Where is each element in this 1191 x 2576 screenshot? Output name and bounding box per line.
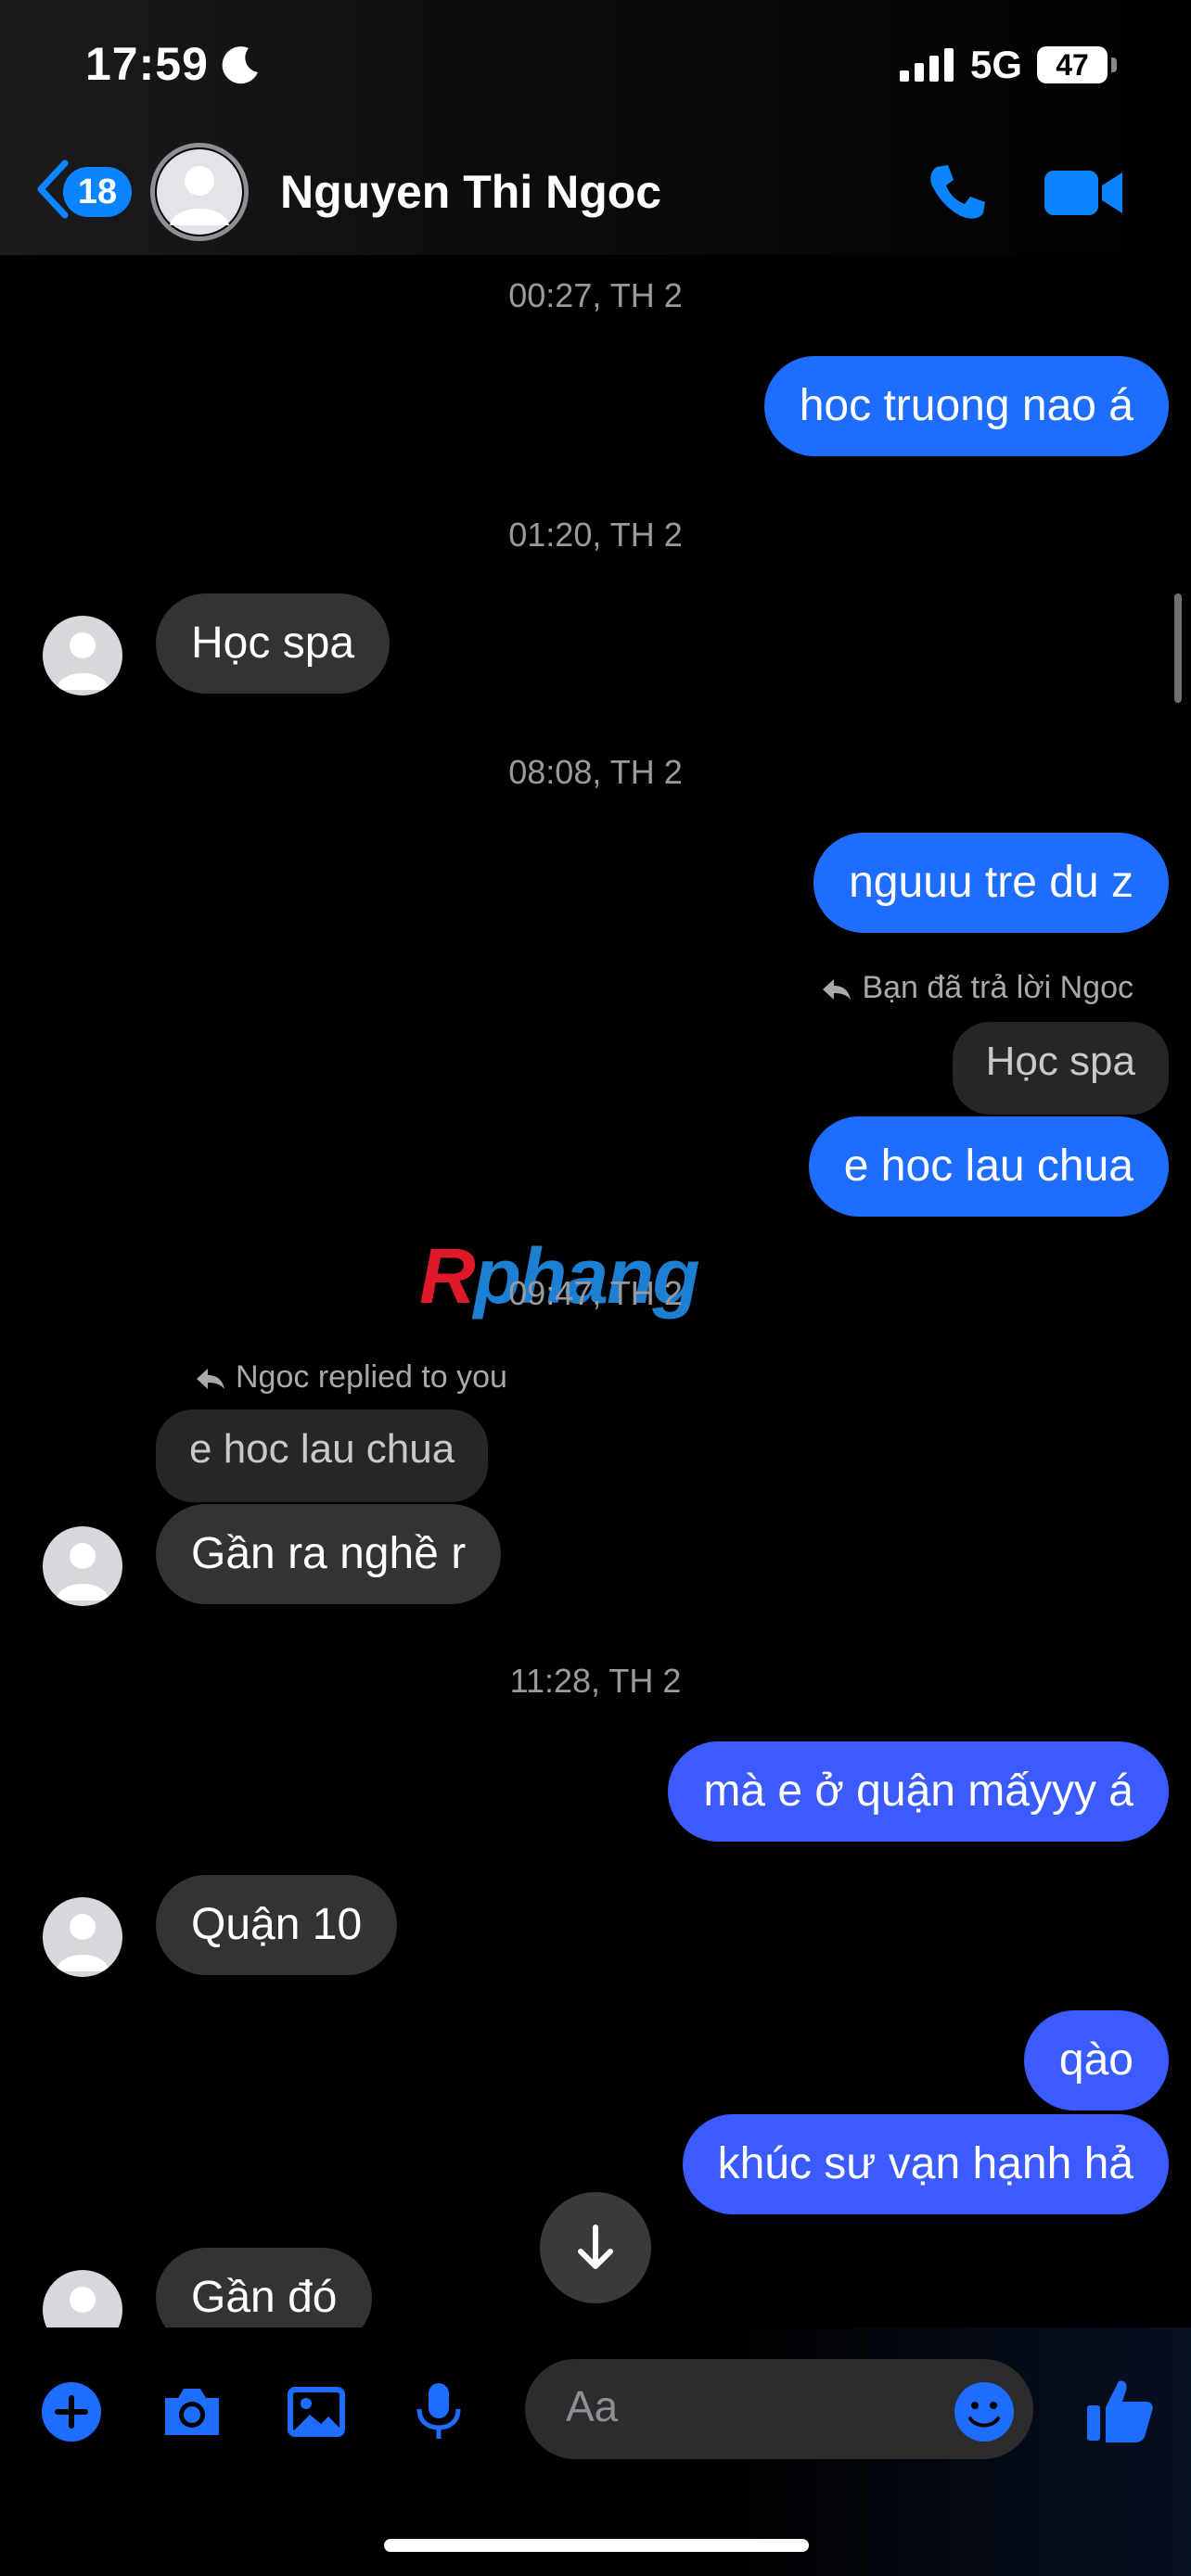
scrollbar[interactable] — [1174, 593, 1182, 703]
timestamp: 01:20, TH 2 — [508, 516, 683, 554]
phone-call-icon[interactable] — [924, 159, 991, 226]
signal-icon — [900, 48, 955, 82]
quoted-message[interactable]: Học spa — [952, 1022, 1169, 1115]
network-label: 5G — [970, 43, 1023, 86]
gallery-icon[interactable] — [284, 2379, 349, 2444]
reply-arrow-icon — [823, 979, 852, 1001]
moon-icon — [222, 46, 258, 84]
outgoing-message[interactable]: hoc truong nao á — [763, 356, 1169, 456]
battery-icon: 47 — [1037, 46, 1108, 83]
avatar-person-icon — [56, 1543, 109, 1600]
incoming-message[interactable]: Quận 10 — [156, 1875, 398, 1975]
sender-avatar[interactable] — [43, 1526, 122, 1606]
outgoing-message[interactable]: qào — [1023, 2010, 1169, 2111]
message-input-placeholder: Aa — [566, 2382, 619, 2430]
avatar-person-icon — [56, 1914, 109, 1971]
reply-label-text: Ngoc replied to you — [236, 1359, 507, 1395]
outgoing-message[interactable]: mà e ở quận mấyyy á — [668, 1741, 1169, 1842]
scroll-to-bottom-button[interactable] — [540, 2192, 651, 2303]
timestamp: 09:47, TH 2 — [508, 1274, 683, 1312]
outgoing-message[interactable]: khúc sư vạn hạnh hả — [682, 2114, 1169, 2214]
avatar-person-icon — [56, 632, 109, 690]
contact-name[interactable]: Nguyen Thi Ngoc — [280, 165, 661, 219]
contact-avatar[interactable] — [150, 143, 249, 241]
reply-context-label: Ngoc replied to you — [195, 1359, 507, 1396]
outgoing-message[interactable]: e hoc lau chua — [808, 1116, 1169, 1217]
reply-label-text: Bạn đã trả lời Ngoc — [862, 970, 1133, 1005]
emoji-icon[interactable] — [952, 2379, 1017, 2444]
reply-context-label: Bạn đã trả lời Ngoc — [821, 970, 1133, 1006]
arrow-down-icon — [578, 2225, 613, 2269]
timestamp: 08:08, TH 2 — [508, 753, 683, 791]
camera-icon[interactable] — [160, 2379, 224, 2444]
unread-count-badge[interactable]: 18 — [63, 167, 132, 217]
incoming-message[interactable]: Học spa — [156, 593, 391, 694]
status-time: 17:59 — [85, 38, 209, 90]
home-indicator[interactable] — [384, 2539, 809, 2552]
thumbs-up-icon[interactable] — [1083, 2374, 1156, 2446]
battery-tip — [1111, 57, 1117, 72]
video-call-icon[interactable] — [1044, 167, 1124, 219]
outgoing-message[interactable]: nguuu tre du z — [813, 833, 1169, 933]
quoted-message[interactable]: e hoc lau chua — [156, 1409, 489, 1502]
reply-arrow-icon — [197, 1369, 224, 1390]
incoming-message[interactable]: Gần ra nghề r — [156, 1504, 502, 1604]
timestamp: 11:28, TH 2 — [509, 1662, 682, 1700]
plus-icon[interactable] — [39, 2379, 104, 2444]
microphone-icon[interactable] — [406, 2379, 471, 2444]
sender-avatar[interactable] — [43, 1897, 122, 1977]
sender-avatar[interactable] — [43, 616, 122, 695]
timestamp: 00:27, TH 2 — [508, 276, 683, 314]
avatar-person-icon — [157, 149, 242, 235]
